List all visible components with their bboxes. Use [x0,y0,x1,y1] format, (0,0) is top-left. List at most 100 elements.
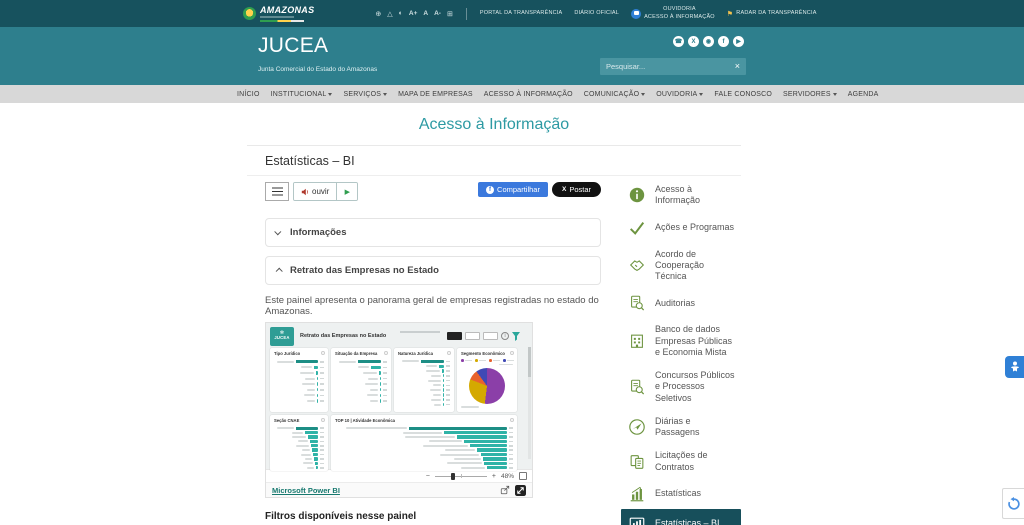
legend-entry [503,359,514,362]
info-icon[interactable]: i [501,332,509,340]
panel-title: TOP 10 | Atividade Econômica [335,418,513,423]
dashboard-tab-button[interactable] [483,332,498,340]
nav-item-institucional[interactable]: INSTITUCIONAL [271,91,333,98]
instagram-icon[interactable]: ◉ [703,36,714,47]
axis-label-placeholder [296,445,309,447]
powerbi-embed: ✻ JUCEA Retrato das Empresas no Estado i [265,322,533,498]
nav-item-comunica-o[interactable]: COMUNICAÇÃO [584,91,645,98]
sidebar-item-estat-sticas[interactable]: Estatísticas [621,479,741,509]
mini-bar [443,403,444,406]
share-icon[interactable] [500,485,510,495]
nav-item-fale-conosco[interactable]: FALE CONOSCO [714,91,772,98]
font-decrease-button[interactable]: A- [434,10,441,17]
mini-bar [380,388,381,391]
legend-entry [475,359,486,362]
sidebar-item-banco-de-dados-empresas-p-blicas-e-economia-mista[interactable]: Banco de dados Empresas Públicas e Econo… [621,318,741,364]
nav-item-servidores[interactable]: SERVIDORES [783,91,837,98]
zoom-slider-handle[interactable] [451,473,455,480]
zoom-out-button[interactable]: − [426,473,430,480]
nav-item-acesso-informa-o[interactable]: ACESSO À INFORMAÇÃO [484,91,573,98]
zoom-in-button[interactable]: + [492,473,496,480]
pie-chart [469,368,505,404]
nav-item-agenda[interactable]: AGENDA [848,91,879,98]
fit-to-page-icon[interactable] [519,472,527,480]
share-label: Compartilhar [497,185,540,194]
search-box[interactable]: × [600,58,746,75]
search-input[interactable] [606,62,735,71]
sidebar-item-di-rias-e-passagens[interactable]: Diárias e Passagens [621,410,741,445]
sidebar-item-concursos-p-blicos-e-processos-seletivos[interactable]: Concursos Públicos e Processos Seletivos [621,364,741,410]
value-label-placeholder [320,372,324,374]
topbar-link[interactable]: DIÁRIO OFICIAL [574,10,619,17]
axis-label-placeholder [305,378,314,380]
zoom-level: 48% [501,473,514,480]
whatsapp-icon[interactable]: ☎ [673,36,684,47]
listen-button[interactable]: ouvir [294,183,337,200]
amazonas-gov-logo[interactable]: AMAZONAS [243,6,314,22]
chevron-down-icon [833,93,837,96]
sidebar-item-acordo-de-coopera-o-t-cnica[interactable]: Acordo de Cooperação Técnica [621,243,741,289]
mini-bar [305,431,318,434]
dashboard-tab-button-active[interactable] [447,332,462,340]
zoom-slider[interactable] [435,476,487,477]
mini-bar [443,379,444,382]
accordion-informacoes[interactable]: Informações [265,218,601,247]
pie-wrapper [461,368,513,404]
value-label-placeholder [383,367,387,369]
nav-item-servi-os[interactable]: SERVIÇOS [343,91,387,98]
sidebar-item-estat-sticas-bi[interactable]: Estatísticas – BI [621,509,741,525]
font-increase-button[interactable]: A+ [409,10,418,17]
x-twitter-icon[interactable]: X [688,36,699,47]
value-label-placeholder [320,361,324,363]
plane-icon [627,418,647,436]
mini-bar [316,371,318,374]
sidebar-item-acesso-informa-o[interactable]: Acesso à Informação [621,178,741,213]
nav-item-in-cio[interactable]: INÍCIO [237,91,260,98]
mini-bar [409,427,507,430]
accordion-retrato-empresas[interactable]: Retrato das Empresas no Estado [265,256,601,285]
filter-funnel-icon[interactable] [512,332,520,341]
amazonas-logo-subline [260,16,294,18]
topbar-link[interactable]: PORTAL DA TRANSPARÊNCIA [480,10,563,17]
facebook-icon[interactable]: f [718,36,729,47]
topbar-link-label: PORTAL DA TRANSPARÊNCIA [480,10,563,17]
axis-label-placeholder [431,375,440,377]
mini-bar [317,399,318,402]
axis-label-placeholder [403,432,443,434]
microsoft-powerbi-link[interactable]: Microsoft Power BI [272,486,340,495]
play-button[interactable]: ▶ [337,183,357,200]
sidebar-item-auditorias[interactable]: Auditorias [621,288,741,318]
article-heading: Estatísticas – BI [247,146,741,176]
facebook-share-button[interactable]: f Compartilhar [478,182,548,197]
libras-icon[interactable]: △ [387,10,392,18]
hamburger-icon [272,191,283,193]
topbar-link[interactable]: OUVIDORIAACESSO À INFORMAÇÃO [631,6,715,20]
sidebar-item-label: Acordo de Cooperação Técnica [655,249,735,283]
font-normal-button[interactable]: A [423,10,428,17]
accessibility-icon[interactable]: ⊕ [375,10,381,18]
value-label-placeholder [446,394,450,396]
site-title[interactable]: JUCEA [258,34,328,58]
nav-item-mapa-de-empresas[interactable]: MAPA DE EMPRESAS [398,91,473,98]
mini-bar [308,435,318,438]
fullscreen-icon[interactable] [515,485,526,496]
dashboard-scrollbar[interactable] [528,347,531,459]
youtube-icon[interactable]: ▶ [733,36,744,47]
value-label-placeholder [320,454,324,456]
sidebar-item-a-es-e-programas[interactable]: Ações e Programas [621,213,741,243]
sitemap-icon[interactable]: ⊞ [447,10,453,18]
search-clear-icon[interactable]: × [735,62,740,71]
topbar-link[interactable]: ⚑RADAR DA TRANSPARÊNCIA [727,10,817,18]
dashboard-tab-button[interactable] [465,332,480,340]
sidebar-item-licita-es-de-contratos[interactable]: Licitações de Contratos [621,444,741,479]
nav-item-ouvidoria[interactable]: OUVIDORIA [656,91,703,98]
contrast-icon[interactable]: ◐ [399,10,403,17]
recaptcha-badge[interactable] [1002,488,1024,519]
accessibility-widget-button[interactable] [1005,356,1024,378]
pie-callout-placeholder [461,406,479,408]
value-label-placeholder [446,389,450,391]
value-label-placeholder [509,458,513,460]
accessibility-menu-button[interactable] [265,182,289,201]
government-topbar: AMAZONAS ⊕ △ ◐ A+ A A- ⊞ PORTAL DA TRANS… [0,0,1024,27]
x-post-button[interactable]: X Postar [552,182,601,197]
